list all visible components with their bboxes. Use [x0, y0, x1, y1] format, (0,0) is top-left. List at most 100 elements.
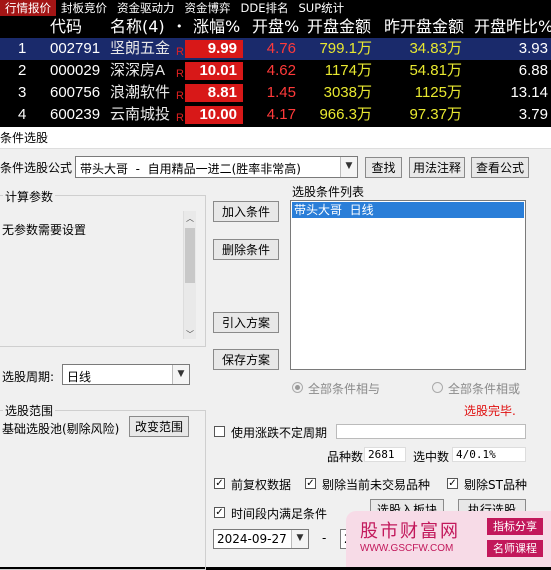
formula-label: 条件选股公式 [0, 161, 73, 175]
dialog-title: 条件选股 [0, 131, 49, 145]
table-row[interactable]: 1 002791 坚朗五金 R 9.99 4.76 799.1万 34.83万 … [0, 38, 551, 60]
rights-label: 前复权数据 [231, 478, 292, 492]
import-scheme-button[interactable]: 引入方案 [213, 312, 279, 333]
open-ratio: 13.14 [510, 84, 548, 101]
exclude-untraded-checkbox[interactable]: ✓ [305, 478, 316, 489]
status-text: 选股完毕. [464, 404, 516, 418]
col-open-amount[interactable]: 开盘金额 [307, 16, 371, 38]
usage-notes-button[interactable]: 用法注释 [409, 157, 465, 178]
col-name[interactable]: 名称(4) [110, 16, 165, 38]
scope-text: 基础选股池(剔除风险) [2, 422, 120, 436]
quote-table-header: 代码 名称(4) • 涨幅% 开盘% 开盘金额 昨开盘金额 开盘昨比% [0, 16, 551, 38]
open-amount: 3038万 [323, 84, 372, 101]
stock-code: 600756 [50, 84, 101, 101]
open-pct: 4.62 [266, 62, 296, 79]
watermark-url: WWW.GSCFW.COM [360, 543, 454, 554]
open-amount: 799.1万 [319, 40, 372, 57]
selected-label: 选中数 [413, 450, 450, 464]
chevron-down-icon[interactable]: ▼ [291, 530, 308, 548]
col-ratio[interactable]: 开盘昨比% [474, 16, 551, 38]
stock-name: 深深房A [110, 62, 166, 79]
row-index: 2 [18, 62, 27, 79]
find-button[interactable]: 查找 [365, 157, 402, 178]
dialog-titlebar[interactable]: 条件选股 [0, 127, 551, 149]
open-ratio: 3.79 [518, 106, 548, 123]
stock-name: 云南城投 [110, 106, 171, 123]
condition-list-label: 选股条件列表 [292, 185, 365, 199]
exclude-untraded-label: 剔除当前未交易品种 [322, 478, 431, 492]
change-scope-button[interactable]: 改变范围 [129, 416, 189, 437]
open-amount: 1174万 [324, 62, 372, 79]
radio-and-label: 全部条件相与 [308, 382, 381, 396]
chevron-up-icon[interactable]: ︿ [185, 213, 195, 223]
date-separator: - [322, 531, 327, 545]
table-row[interactable]: 3 600756 浪潮软件 R 8.81 1.45 3038万 1125万 13… [0, 82, 551, 104]
period-value: 日线 [67, 370, 92, 384]
use-period-label: 使用涨跌不定周期 [231, 426, 328, 440]
chevron-down-icon[interactable]: ▼ [340, 157, 357, 177]
view-formula-button[interactable]: 查看公式 [471, 157, 529, 178]
params-scrollbar[interactable]: ︿ ﹀ [183, 211, 196, 339]
tab-fund-game[interactable]: 资金博弈 [180, 0, 236, 16]
row-index: 3 [18, 84, 27, 101]
chevron-down-icon[interactable]: ▼ [172, 365, 189, 384]
tab-limit-auction[interactable]: 封板竞价 [56, 0, 112, 16]
col-code[interactable]: 代码 [50, 16, 82, 38]
tab-fund-drive[interactable]: 资金驱动力 [112, 0, 180, 16]
formula-value: 带头大哥 - 自用精品一进二(胜率非常高) [80, 162, 301, 176]
watermark-tag-course: 名师课程 [487, 540, 543, 557]
period-input[interactable] [336, 424, 526, 439]
formula-select[interactable]: 带头大哥 - 自用精品一进二(胜率非常高) ▼ [75, 156, 358, 178]
change-pct: 9.99 [185, 40, 243, 58]
add-condition-button[interactable]: 加入条件 [213, 201, 279, 222]
time-range-label: 时间段内满足条件 [231, 507, 328, 521]
tab-sup-stats[interactable]: SUP统计 [293, 0, 349, 16]
stock-code: 600239 [50, 106, 101, 123]
chevron-down-icon[interactable]: ﹀ [185, 329, 195, 339]
col-change[interactable]: 涨幅% [193, 16, 240, 38]
params-group [0, 195, 206, 347]
tab-market-quote[interactable]: 行情报价 [0, 0, 56, 16]
delete-condition-button[interactable]: 删除条件 [213, 239, 279, 260]
time-range-checkbox[interactable]: ✓ [214, 507, 225, 518]
radio-and[interactable] [292, 382, 303, 393]
save-scheme-button[interactable]: 保存方案 [213, 349, 279, 370]
start-date-value: 2024-09-27 [217, 532, 287, 546]
r-flag: R [176, 112, 184, 124]
table-row[interactable]: 4 600239 云南城投 R 10.00 4.17 966.3万 97.37万… [0, 104, 551, 126]
stock-code: 000029 [50, 62, 101, 79]
scope-group-title: 选股范围 [3, 402, 56, 419]
scrollbar-thumb[interactable] [185, 228, 195, 283]
open-pct: 4.17 [266, 106, 296, 123]
change-pct: 8.81 [185, 84, 243, 102]
count-value: 2681 [364, 447, 406, 462]
row-index: 1 [18, 40, 27, 57]
stock-name: 浪潮软件 [110, 84, 171, 101]
change-pct: 10.01 [185, 62, 243, 80]
count-label: 品种数 [327, 450, 364, 464]
exclude-st-checkbox[interactable]: ✓ [447, 478, 458, 489]
change-pct: 10.00 [185, 106, 243, 124]
col-open[interactable]: 开盘% [252, 16, 299, 38]
col-name-marker: • [176, 20, 183, 33]
top-tab-bar: 行情报价 封板竞价 资金驱动力 资金博弈 DDE排名 SUP统计 [0, 0, 551, 16]
list-item[interactable]: 带头大哥 日线 [292, 202, 524, 218]
use-period-checkbox[interactable] [214, 426, 225, 437]
period-select[interactable]: 日线 ▼ [62, 364, 190, 385]
params-text: 无参数需要设置 [2, 223, 87, 237]
prev-open-amount: 54.81万 [409, 62, 462, 79]
condition-selection-dialog: 条件选股 条件选股公式 带头大哥 - 自用精品一进二(胜率非常高) ▼ 查找 用… [0, 127, 551, 570]
col-prev-open-amount[interactable]: 昨开盘金额 [384, 16, 464, 38]
rights-checkbox[interactable]: ✓ [214, 478, 225, 489]
open-pct: 1.45 [266, 84, 296, 101]
open-ratio: 6.88 [518, 62, 548, 79]
start-date-picker[interactable]: 2024-09-27 ▼ [213, 529, 309, 549]
selected-value: 4/0.1% [452, 447, 526, 462]
table-row[interactable]: 2 000029 深深房A R 10.01 4.62 1174万 54.81万 … [0, 60, 551, 82]
radio-or[interactable] [432, 382, 443, 393]
prev-open-amount: 97.37万 [409, 106, 462, 123]
open-amount: 966.3万 [319, 106, 372, 123]
watermark: 股市财富网 WWW.GSCFW.COM 指标分享 名师课程 [346, 511, 551, 567]
condition-list[interactable]: 带头大哥 日线 [290, 200, 526, 370]
tab-dde-rank[interactable]: DDE排名 [236, 0, 294, 16]
